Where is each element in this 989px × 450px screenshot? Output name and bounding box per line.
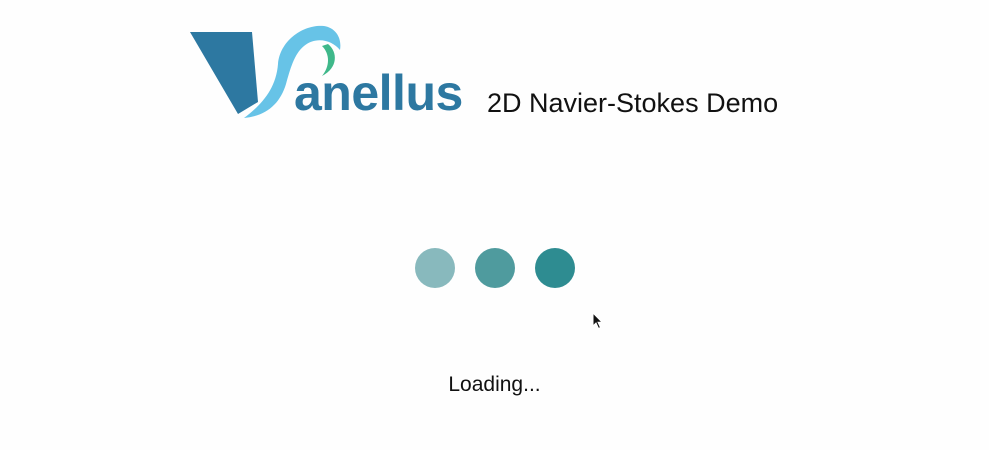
page-title: 2D Navier-Stokes Demo — [487, 88, 779, 118]
loading-page: anellus 2D Navier-Stokes Demo Loading... — [0, 0, 989, 450]
loading-dot-1 — [415, 248, 455, 288]
loading-spinner — [415, 248, 576, 288]
loading-text: Loading... — [448, 373, 541, 396]
mouse-cursor-icon — [592, 312, 604, 330]
logo-wordmark: anellus — [294, 65, 463, 121]
loading-dot-2 — [475, 248, 515, 288]
loading-dot-3 — [535, 248, 575, 288]
